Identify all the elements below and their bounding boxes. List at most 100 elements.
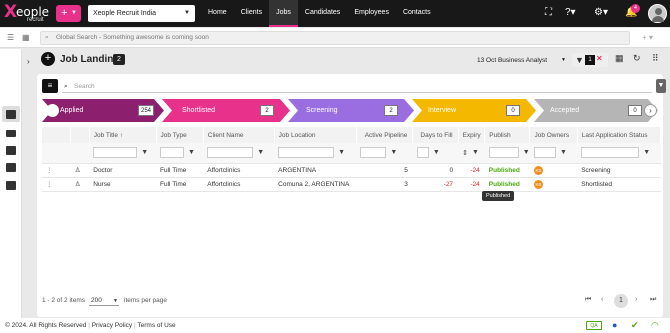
header-expiry[interactable]: Expiry — [458, 127, 486, 143]
filter-input[interactable] — [278, 147, 335, 159]
quick-add-button[interactable]: + ▼ — [56, 5, 81, 22]
filter-icon[interactable]: ▼ — [575, 55, 584, 70]
chevron-down-icon: ▼ — [113, 298, 118, 304]
settings-gear-icon[interactable]: ⚙▾ — [594, 7, 608, 18]
help-icon[interactable]: ?▾ — [565, 7, 576, 18]
clear-filter-icon[interactable]: ✕ — [596, 54, 603, 63]
filter-icon[interactable]: ▼ — [643, 149, 650, 156]
pipeline-next-icon[interactable]: › — [644, 104, 657, 117]
owner-avatar[interactable]: KB — [533, 165, 543, 175]
nav-home[interactable]: Home — [201, 0, 234, 27]
row-menu-icon[interactable]: ⋮ — [42, 163, 71, 178]
layers-icon[interactable] — [6, 130, 16, 137]
pipeline-shortlisted[interactable]: Shortlisted 2 — [162, 99, 290, 122]
table-row[interactable]: ⋮ ♙ Nurse Full Time Affortclinics Comuna … — [42, 177, 661, 192]
collapse-chevron-icon[interactable]: › — [27, 57, 30, 66]
cell-client-name[interactable]: Affortclinics — [203, 163, 275, 178]
job-selector[interactable]: 13 Oct Business Analyst ▼ — [474, 54, 568, 67]
header-active-pipeline[interactable]: Active Pipeline — [356, 127, 414, 143]
terms-of-use-link[interactable]: Terms of Use — [137, 322, 175, 329]
job-search-input[interactable]: ⌕ Search — [62, 80, 652, 93]
briefcase-icon[interactable] — [6, 110, 16, 119]
header-job-owners[interactable]: Job Owners — [529, 127, 578, 143]
global-search-input[interactable]: ⌕ Global Search - Something awesome is co… — [40, 31, 630, 45]
filter-numeric-input[interactable] — [416, 147, 429, 159]
filter-icon[interactable]: ▼ — [390, 149, 397, 156]
contacts-icon[interactable] — [6, 146, 16, 155]
filter-input[interactable] — [488, 147, 519, 159]
filter-icon[interactable]: ▼ — [188, 149, 195, 156]
first-page-icon[interactable]: ⏮ — [585, 296, 591, 304]
header-client-name[interactable]: Client Name — [203, 127, 275, 143]
filter-input[interactable] — [93, 147, 138, 159]
select-all-stage-icon[interactable] — [46, 104, 59, 117]
jobs-table: Job Title ↑ Job Type Client Name Job Loc… — [42, 127, 662, 192]
grid-menu-icon[interactable]: ⠿ — [652, 53, 659, 68]
cell-publish-status[interactable]: Published — [484, 177, 530, 192]
calendar-icon[interactable]: ▦ — [615, 53, 624, 68]
pipeline-count: 2 — [260, 105, 274, 116]
filter-input[interactable] — [207, 147, 254, 159]
user-profile-icon[interactable]: ● — [612, 320, 617, 330]
fullscreen-icon[interactable]: ⛶ — [545, 7, 552, 18]
page-1-button[interactable]: 1 — [614, 294, 628, 308]
filter-icon[interactable]: ▼ — [523, 149, 530, 156]
pipeline-applied[interactable]: Applied 254 — [42, 99, 164, 122]
filter-icon[interactable]: ▼ — [338, 149, 345, 156]
column-filter-icon[interactable]: ▼ — [656, 79, 666, 93]
prev-page-icon[interactable]: ‹ — [601, 296, 603, 303]
filter-icon[interactable]: ▼ — [560, 149, 567, 156]
pipeline-accepted[interactable]: Accepted 0 — [534, 99, 658, 122]
header-job-type[interactable]: Job Type — [156, 127, 204, 143]
page-size-select[interactable]: 200 ▼ — [89, 296, 119, 306]
notification-badge: 4 — [631, 4, 640, 13]
row-menu-icon[interactable]: ⋮ — [42, 177, 71, 192]
filter-icon[interactable]: ▼ — [472, 149, 479, 156]
filter-input[interactable] — [160, 147, 185, 159]
cell-client-name[interactable]: Affortclinics — [203, 177, 275, 192]
filter-icon[interactable]: ▼ — [257, 149, 264, 156]
filter-input[interactable] — [581, 147, 640, 159]
filter-numeric-input[interactable] — [360, 147, 387, 159]
expiry-stepper-icon[interactable]: ⇕ — [462, 149, 468, 157]
reports-icon[interactable] — [6, 181, 16, 190]
list-view-icon[interactable]: ☰ — [7, 33, 14, 42]
filter-icon[interactable]: ▼ — [433, 149, 440, 156]
footer: © 2024. All Rights Reserved | Privacy Po… — [0, 318, 670, 333]
nav-candidates[interactable]: Candidates — [298, 0, 347, 27]
add-shortcut-icon[interactable]: + ▾ — [642, 33, 653, 42]
nav-contacts[interactable]: Contacts — [396, 0, 438, 27]
xeople-logo[interactable]: X eople recruit — [4, 2, 52, 25]
refresh-icon[interactable]: ↻ — [633, 53, 641, 68]
header-last-application-status[interactable]: Last Application Status — [577, 127, 662, 143]
documents-icon[interactable] — [6, 163, 16, 172]
header-days-to-fill[interactable]: Days to Fill — [412, 127, 459, 143]
header-publish[interactable]: Publish — [484, 127, 531, 143]
add-job-button[interactable]: + — [41, 52, 55, 66]
header-job-location[interactable]: Job Location — [274, 127, 357, 143]
pipeline-screening[interactable]: Screening 2 — [288, 99, 414, 122]
pipeline-interview[interactable]: Interview 0 — [412, 99, 536, 122]
filter-toggle-icon[interactable]: ≡ — [42, 79, 58, 93]
nav-employees[interactable]: Employees — [347, 0, 396, 27]
pipeline-label: Shortlisted — [182, 107, 216, 114]
nav-clients[interactable]: Clients — [234, 0, 269, 27]
job-selector-value: 13 Oct Business Analyst — [477, 57, 548, 64]
cell-job-title[interactable]: Doctor — [89, 163, 157, 178]
grid-view-icon[interactable]: ▦ — [22, 33, 30, 42]
cell-publish-status[interactable]: Published — [484, 163, 530, 178]
user-avatar[interactable] — [648, 4, 667, 23]
cell-job-title[interactable]: Nurse — [89, 177, 157, 192]
check-status-icon[interactable]: ✔ — [631, 320, 639, 331]
owner-avatar[interactable]: KB — [533, 179, 543, 189]
table-row[interactable]: ⋮ ♙ Doctor Full Time Affortclinics ARGENT… — [42, 163, 661, 178]
cell-job-location: Comuna 2, ARGENTINA — [274, 177, 357, 192]
header-job-title[interactable]: Job Title ↑ — [89, 127, 157, 143]
filter-icon[interactable]: ▼ — [141, 149, 148, 156]
privacy-policy-link[interactable]: Privacy Policy — [92, 322, 132, 329]
nav-jobs[interactable]: Jobs — [269, 0, 298, 27]
next-page-icon[interactable]: › — [635, 296, 637, 303]
last-page-icon[interactable]: ⏭ — [650, 296, 656, 304]
company-selector[interactable]: Xeople Recruit India ▼ — [88, 5, 195, 22]
filter-input[interactable] — [533, 147, 556, 159]
